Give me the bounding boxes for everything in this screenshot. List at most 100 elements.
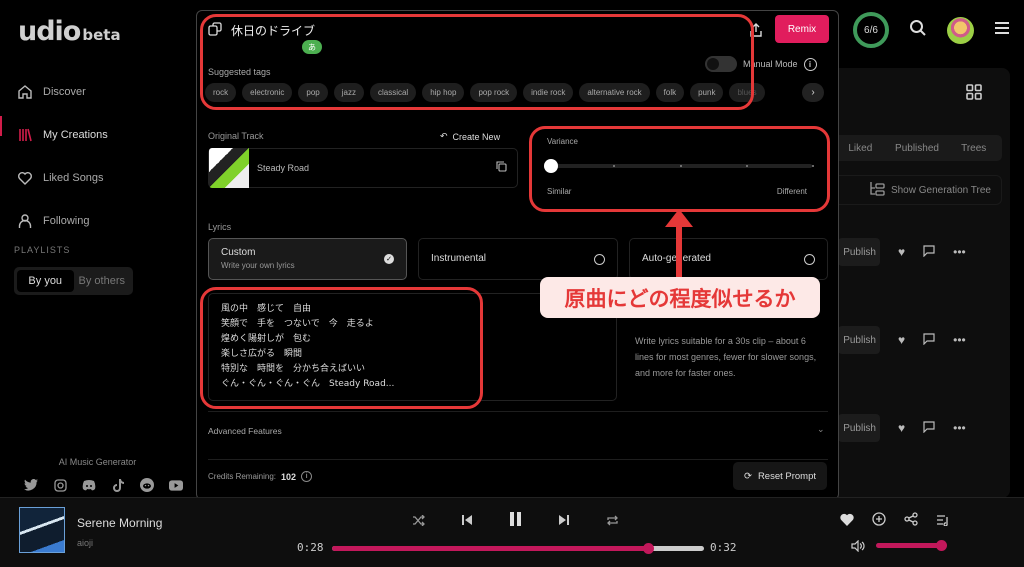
lyrics-option-custom[interactable]: Custom Write your own lyrics ✓ (208, 238, 407, 280)
now-playing-artwork[interactable] (19, 507, 65, 553)
next-icon[interactable] (558, 513, 570, 531)
manual-mode-toggle[interactable] (705, 56, 737, 72)
logo-text: udio (18, 16, 81, 47)
tab-liked[interactable]: Liked (832, 143, 889, 154)
progress-bar[interactable] (332, 543, 704, 554)
tag-chip[interactable]: electronic (242, 83, 293, 102)
credits-remaining: Credits Remaining: 102 i (208, 471, 313, 482)
lyrics-hint: Write lyrics suitable for a 30s clip – a… (635, 336, 817, 378)
chevron-down-icon[interactable]: ⌄ (817, 424, 825, 435)
progress-thumb[interactable] (643, 543, 655, 554)
dice-icon[interactable] (208, 22, 222, 41)
info-icon[interactable]: i (803, 57, 817, 71)
heart-icon[interactable]: ♥ (898, 421, 905, 435)
variance-step-dot (613, 165, 616, 167)
credits-indicator[interactable]: 6/6 (853, 12, 889, 48)
tab-published[interactable]: Published (889, 143, 946, 154)
repeat-icon[interactable] (606, 513, 619, 531)
sidebar-item-label: Discover (43, 85, 86, 98)
lyrics-option-instrumental[interactable]: Instrumental (418, 238, 618, 280)
info-icon[interactable]: i (301, 471, 313, 482)
lyrics-option-auto-generated[interactable]: Auto-generated (629, 238, 828, 280)
shuffle-icon[interactable] (412, 513, 425, 531)
udio-logo[interactable]: udio beta (18, 16, 121, 47)
now-playing-title[interactable]: Serene Morning (77, 516, 162, 530)
avatar[interactable] (947, 16, 974, 44)
sidebar-item-discover[interactable]: Discover (16, 70, 108, 113)
sidebar-item-following[interactable]: Following (16, 199, 108, 242)
original-track-card[interactable]: Steady Road (208, 148, 518, 188)
sidebar-item-liked-songs[interactable]: Liked Songs (16, 156, 108, 199)
more-icon[interactable]: ••• (953, 333, 966, 347)
discord-icon[interactable] (82, 478, 96, 492)
tag-chip[interactable]: hip hop (422, 83, 465, 102)
song-row: Publish ♥ ••• (838, 413, 998, 443)
reset-prompt-button[interactable]: ⟳ Reset Prompt (733, 462, 827, 490)
twitter-icon[interactable] (24, 478, 38, 492)
previous-icon[interactable] (461, 513, 473, 531)
upload-icon[interactable] (749, 23, 763, 42)
suggested-tags: rock electronic pop jazz classical hip h… (205, 83, 765, 102)
youtube-icon[interactable] (169, 478, 183, 492)
tags-next-button[interactable]: › (802, 83, 824, 102)
tiktok-icon[interactable] (111, 478, 125, 492)
pause-icon[interactable] (509, 512, 522, 531)
queue-icon[interactable] (936, 513, 950, 531)
refresh-icon: ⟳ (743, 470, 752, 482)
publish-button[interactable]: Publish (838, 414, 880, 442)
elapsed-time: 0:28 (297, 541, 324, 554)
more-icon[interactable]: ••• (953, 245, 966, 259)
tag-chip[interactable]: blues (729, 83, 765, 102)
reddit-icon[interactable] (140, 478, 154, 492)
credits-label: Credits Remaining: (208, 472, 277, 481)
variance-step-dot (812, 165, 814, 167)
copy-icon[interactable] (496, 159, 507, 177)
volume-thumb[interactable] (936, 540, 947, 551)
sidebar-item-label: Liked Songs (43, 171, 104, 184)
variance-slider-thumb[interactable] (544, 159, 558, 173)
volume-fill (876, 543, 942, 548)
credits-value: 102 (281, 471, 297, 482)
add-icon[interactable] (872, 512, 886, 531)
heart-icon[interactable]: ♥ (898, 245, 905, 259)
share-icon[interactable] (904, 512, 918, 531)
advanced-features-toggle[interactable]: Advanced Features (208, 426, 282, 436)
more-icon[interactable]: ••• (953, 421, 966, 435)
comment-icon[interactable] (923, 244, 935, 260)
duration-time: 0:32 (710, 541, 737, 554)
grid-view-icon[interactable] (966, 84, 982, 105)
publish-button[interactable]: Publish (838, 326, 880, 354)
comment-icon[interactable] (923, 420, 935, 436)
comment-icon[interactable] (923, 332, 935, 348)
tag-chip[interactable]: jazz (333, 83, 364, 102)
playback-controls (412, 512, 619, 531)
variance-slider[interactable] (544, 159, 814, 173)
create-new-button[interactable]: ↶ Create New (440, 131, 500, 142)
tag-chip[interactable]: punk (690, 83, 724, 102)
tag-chip[interactable]: rock (205, 83, 237, 102)
tag-chip[interactable]: pop (298, 83, 328, 102)
tag-chip[interactable]: alternative rock (579, 83, 650, 102)
playlist-tab-by-you[interactable]: By you (17, 270, 74, 292)
tag-chip[interactable]: indie rock (523, 83, 574, 102)
heart-icon[interactable] (840, 513, 854, 531)
heart-icon[interactable]: ♥ (898, 333, 905, 347)
remix-button[interactable]: Remix (775, 15, 829, 43)
show-generation-tree-button[interactable]: Show Generation Tree (832, 175, 1002, 205)
tag-chip[interactable]: classical (369, 83, 417, 102)
volume-slider[interactable] (876, 540, 947, 551)
playlist-tab-by-others[interactable]: By others (74, 270, 131, 292)
prompt-input[interactable]: 休日のドライブ (231, 22, 315, 39)
publish-button[interactable]: Publish (838, 238, 880, 266)
tag-chip[interactable]: folk (655, 83, 685, 102)
original-track-name: Steady Road (257, 163, 310, 173)
menu-icon[interactable] (994, 21, 1010, 40)
now-playing-artist[interactable]: aioji (77, 538, 93, 548)
search-icon[interactable] (909, 19, 927, 42)
volume-icon[interactable] (851, 539, 865, 557)
instagram-icon[interactable] (53, 478, 67, 492)
tag-chip[interactable]: pop rock (470, 83, 518, 102)
user-icon (16, 212, 34, 230)
tab-trees[interactable]: Trees (945, 143, 1002, 154)
sidebar-item-my-creations[interactable]: My Creations (16, 113, 108, 156)
